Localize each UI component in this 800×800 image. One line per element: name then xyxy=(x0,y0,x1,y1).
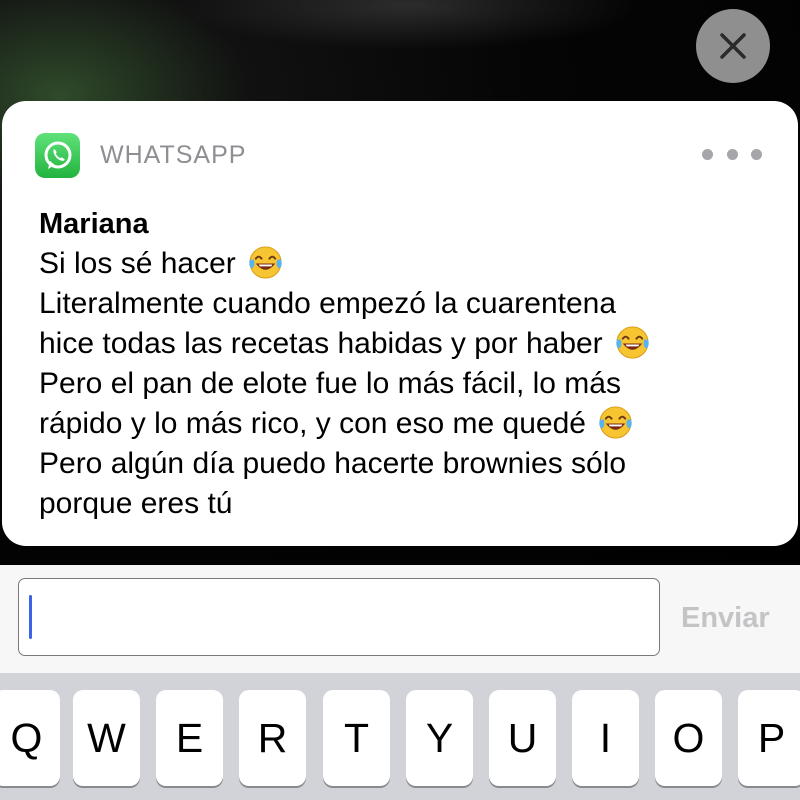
more-options-icon xyxy=(702,148,713,160)
close-icon xyxy=(720,33,746,59)
message-line: Pero el pan de elote fue lo más fácil, l… xyxy=(39,364,759,404)
laughing-emoji-icon xyxy=(598,405,633,440)
more-options-icon-dot xyxy=(726,148,738,160)
message-line-text: Pero algún día puedo hacerte brownies só… xyxy=(39,447,627,480)
key-p[interactable]: P xyxy=(738,690,800,786)
whatsapp-icon xyxy=(35,133,80,178)
message-line: Literalmente cuando empezó la cuarentena xyxy=(39,284,759,324)
app-name: WHATSAPP xyxy=(100,141,247,169)
key-o[interactable]: O xyxy=(655,690,722,786)
message-line-text: Pero el pan de elote fue lo más fácil, l… xyxy=(39,367,621,400)
screen: WHATSAPP Mariana Si los sé hacer Literal… xyxy=(0,0,800,800)
laughing-emoji-icon xyxy=(615,325,650,360)
message-line-text: hice todas las recetas habidas y por hab… xyxy=(39,327,603,360)
more-options-icon-dot xyxy=(751,148,762,160)
more-options-button[interactable] xyxy=(702,144,762,164)
send-button[interactable]: Enviar xyxy=(681,600,770,636)
message-line: rápido y lo más rico, y con eso me quedé xyxy=(39,404,759,444)
sender-name: Mariana xyxy=(39,208,149,240)
message-line-text: rápido y lo más rico, y con eso me quedé xyxy=(39,407,586,440)
key-i[interactable]: I xyxy=(572,690,639,786)
key-w[interactable]: W xyxy=(73,690,140,786)
message-body: Si los sé hacer Literalmente cuando empe… xyxy=(39,244,759,524)
close-button[interactable] xyxy=(696,9,770,83)
key-r[interactable]: R xyxy=(239,690,306,786)
reply-input[interactable] xyxy=(18,578,660,656)
message-line-text: Si los sé hacer xyxy=(39,247,236,280)
message-line: Pero algún día puedo hacerte brownies só… xyxy=(39,444,759,484)
message-line: hice todas las recetas habidas y por hab… xyxy=(39,324,759,364)
key-e[interactable]: E xyxy=(156,690,223,786)
message-line: Si los sé hacer xyxy=(39,244,759,284)
message-line-text: porque eres tú xyxy=(39,487,233,520)
key-t[interactable]: T xyxy=(323,690,390,786)
key-y[interactable]: Y xyxy=(406,690,473,786)
key-u[interactable]: U xyxy=(489,690,556,786)
message-line: porque eres tú xyxy=(39,484,759,524)
message-line-text: Literalmente cuando empezó la cuarentena xyxy=(39,287,617,320)
laughing-emoji-icon xyxy=(248,245,283,280)
key-q[interactable]: Q xyxy=(0,690,60,786)
text-caret xyxy=(29,595,32,639)
